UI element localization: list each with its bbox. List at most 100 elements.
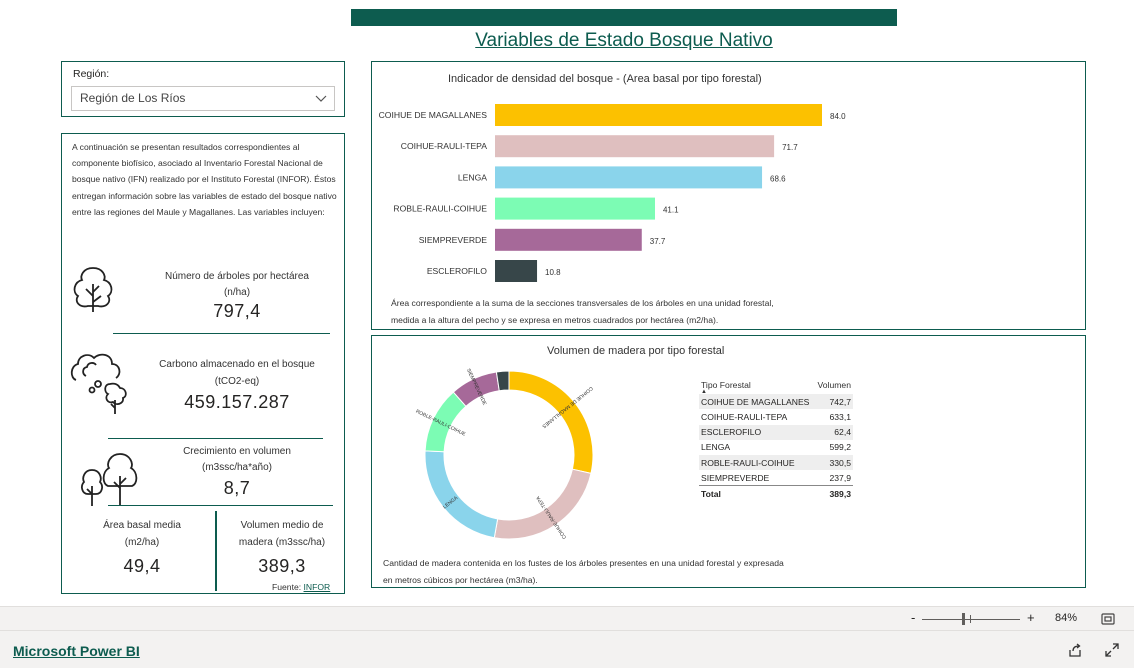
source-note: Fuente: INFOR <box>272 582 330 592</box>
bar-value-label: 41.1 <box>663 206 679 215</box>
source-link[interactable]: INFOR <box>304 582 331 592</box>
table-cell-volume: 237,9 <box>829 472 851 483</box>
bar-chart: COIHUE DE MAGALLANES 84.0 COIHUE-RAULI-TEP… <box>379 104 846 282</box>
donut-chart-panel: Volumen de madera por tipo forestal COIH… <box>371 335 1086 588</box>
table-cell-volume: 599,2 <box>829 442 851 453</box>
volume-table: Tipo Forestal ▲ Volumen COIHUE DE MAGALLA… <box>699 379 853 502</box>
bar-category-label: ROBLE-RAULI-COIHUE <box>393 204 487 214</box>
bar[interactable] <box>495 197 655 220</box>
zoom-in-button[interactable]: + <box>1027 610 1035 625</box>
tree-icon <box>68 264 118 319</box>
page-title: Variables de Estado Bosque Nativo <box>475 30 773 51</box>
volume-value: 389,3 <box>258 556 306 576</box>
divider <box>108 505 333 506</box>
bar[interactable] <box>495 260 538 282</box>
footer-bar <box>0 630 1134 668</box>
bar[interactable] <box>495 228 642 251</box>
description-text: A continuación se presentan resultados c… <box>72 142 337 217</box>
table-row[interactable]: SIEMPREVERDE 237,9 <box>699 470 853 486</box>
volume-unit: madera (m3ssc/ha) <box>238 537 326 548</box>
bar-category-label: SIEMPREVERDE <box>419 235 488 245</box>
table-cell-type: ROBLE-RAULI-COIHUE <box>699 454 815 471</box>
bar[interactable] <box>495 135 775 158</box>
table-total-row: Total 389,3 <box>699 485 853 502</box>
bar-category-label: ESCLEROFILO <box>427 266 487 276</box>
table-header-type[interactable]: Tipo Forestal ▲ <box>699 379 815 395</box>
donut-note-1: Cantidad de madera contenida en los fust… <box>383 558 784 568</box>
source-prefix: Fuente: <box>272 582 304 592</box>
basal-label: Área basal media <box>103 520 181 531</box>
bar-value-label: 37.7 <box>650 237 666 246</box>
slicer-label: Región: <box>73 68 110 80</box>
table-header-volume[interactable]: Volumen <box>815 379 854 394</box>
table-cell-type: SIEMPREVERDE <box>701 472 770 483</box>
basal-value: 49,4 <box>123 556 161 576</box>
donut-slice[interactable] <box>424 450 499 539</box>
bar-category-label: COIHUE DE MAGALLANES <box>379 110 488 120</box>
table-cell-type: ESCLEROFILO <box>699 424 815 440</box>
bar-chart-note-1: Área correspondiente a la suma de la sec… <box>391 298 774 308</box>
bar-chart-title: Indicador de densidad del bosque - (Area… <box>448 73 762 85</box>
carbon-unit: (tCO2-eq) <box>214 376 260 387</box>
table-header-volume-label: Volumen <box>817 379 851 390</box>
bar[interactable] <box>495 104 822 126</box>
table-cell-volume: 633,1 <box>829 411 851 422</box>
volume-label: Volumen medio de <box>240 520 324 531</box>
donut-note-2: en metros cúbicos por hectárea (m3/ha). <box>383 575 538 585</box>
kpi-panel: A continuación se presentan resultados c… <box>61 133 345 594</box>
zoom-bar: - + 84% <box>0 606 1134 631</box>
share-icon[interactable] <box>1067 642 1083 663</box>
table-cell-type: LENGA <box>701 442 731 453</box>
bar-chart-panel: Indicador de densidad del bosque - (Area… <box>371 61 1086 330</box>
sort-arrow-icon: ▲ <box>701 388 707 395</box>
table-cell-volume: 330,5 <box>814 454 853 471</box>
table-total-value: 389,3 <box>814 485 853 502</box>
trees-growth-icon <box>76 450 140 513</box>
bar-value-label: 68.6 <box>770 174 786 183</box>
vertical-divider <box>215 511 217 591</box>
trees-unit: (n/ha) <box>223 287 251 298</box>
region-dropdown[interactable]: Región de Los Ríos <box>71 86 335 111</box>
divider <box>113 333 330 334</box>
zoom-slider-thumb[interactable] <box>962 613 965 625</box>
zoom-slider[interactable] <box>922 619 1020 620</box>
table-row[interactable]: COIHUE-RAULI-TEPA 633,1 <box>699 409 853 424</box>
fit-to-page-icon[interactable] <box>1101 612 1115 631</box>
growth-value: 8,7 <box>223 478 251 498</box>
table-cell-type: COIHUE-RAULI-TEPA <box>701 411 788 422</box>
carbon-value: 459.157.287 <box>184 392 290 412</box>
bar-value-label: 71.7 <box>782 143 798 152</box>
fullscreen-icon[interactable] <box>1104 642 1120 663</box>
bar-value-label: 84.0 <box>830 112 846 121</box>
table-row[interactable]: COIHUE DE MAGALLANES 742,7 <box>699 394 853 410</box>
zoom-level: 84% <box>1055 612 1078 624</box>
table-header-type-label: Tipo Forestal <box>701 379 751 390</box>
chevron-down-icon <box>314 87 328 118</box>
table-cell-volume: 62,4 <box>814 424 853 440</box>
bar[interactable] <box>495 166 763 189</box>
table-row[interactable]: LENGA 599,2 <box>699 440 853 455</box>
bar-chart-note-2: medida a la altura del pecho y se expres… <box>391 315 719 325</box>
table-cell-volume: 742,7 <box>814 394 853 410</box>
donut-chart-title: Volumen de madera por tipo forestal <box>547 345 725 357</box>
zoom-slider-tick <box>970 615 971 623</box>
donut-chart: COIHUE DE MAGALLANESCOIHUE-RAULI-TEPALEN… <box>415 368 594 540</box>
table-row[interactable]: ROBLE-RAULI-COIHUE 330,5 <box>699 454 853 471</box>
table-row[interactable]: ESCLEROFILO 62,4 <box>699 424 853 440</box>
carbon-cloud-icon <box>68 350 130 421</box>
carbon-label: Carbono almacenado en el bosque <box>159 359 315 370</box>
table-total-label: Total <box>699 485 815 502</box>
growth-unit: (m3ssc/ha*año) <box>201 462 273 473</box>
bar-value-label: 10.8 <box>545 268 561 277</box>
power-bi-link[interactable]: Microsoft Power BI <box>13 643 140 659</box>
trees-value: 797,4 <box>213 301 261 321</box>
bar-category-label: COIHUE-RAULI-TEPA <box>401 141 488 151</box>
region-dropdown-value: Región de Los Ríos <box>80 91 186 105</box>
bar-category-label: LENGA <box>458 172 487 182</box>
zoom-out-button[interactable]: - <box>911 610 915 625</box>
divider <box>108 438 323 439</box>
header-bar <box>351 9 897 26</box>
basal-unit: (m2/ha) <box>124 537 160 548</box>
table-cell-type: COIHUE DE MAGALLANES <box>699 394 815 410</box>
region-slicer: Región: Región de Los Ríos <box>61 61 345 117</box>
